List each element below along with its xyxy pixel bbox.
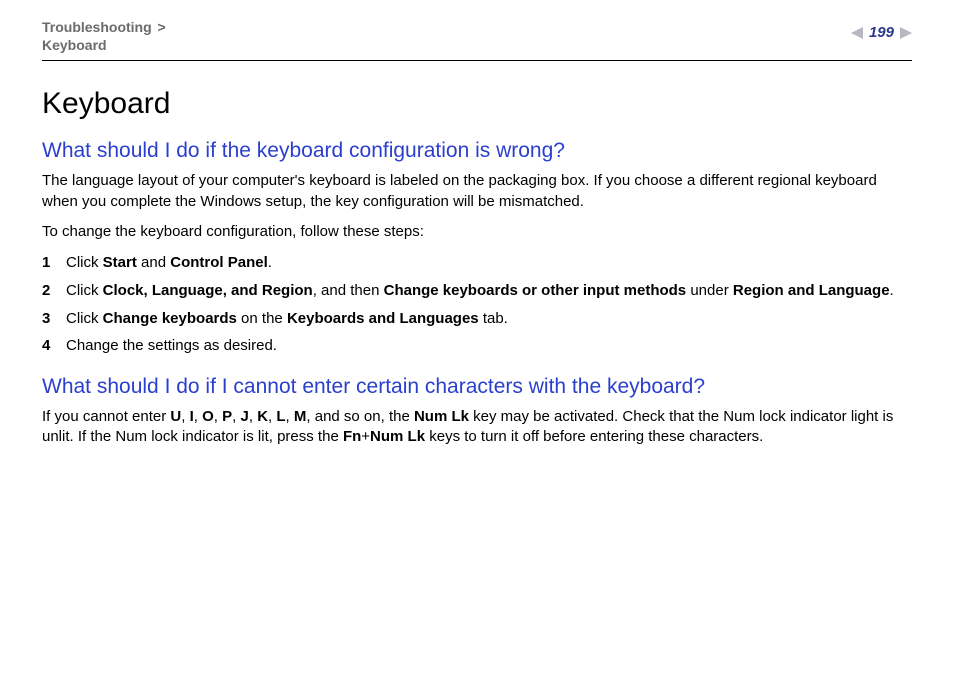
prev-page-icon[interactable] xyxy=(851,27,863,39)
step-item: 2 Click Clock, Language, and Region, and… xyxy=(42,280,912,302)
step-text: Click Start and Control Panel. xyxy=(66,252,912,274)
steps-list: 1 Click Start and Control Panel. 2 Click… xyxy=(42,252,912,357)
step-text: Click Clock, Language, and Region, and t… xyxy=(66,280,912,302)
step-text: Click Change keyboards on the Keyboards … xyxy=(66,308,912,330)
step-number: 1 xyxy=(42,252,66,274)
breadcrumb-separator: > xyxy=(158,19,166,35)
step-number: 3 xyxy=(42,308,66,330)
paragraph: The language layout of your computer's k… xyxy=(42,171,912,212)
page-navigation: 199 xyxy=(851,18,912,41)
step-item: 4 Change the settings as desired. xyxy=(42,335,912,357)
section-heading-chars: What should I do if I cannot enter certa… xyxy=(42,375,912,399)
breadcrumb-parent[interactable]: Troubleshooting xyxy=(42,19,152,35)
page-title: Keyboard xyxy=(42,87,912,121)
breadcrumb-current[interactable]: Keyboard xyxy=(42,37,107,53)
paragraph: If you cannot enter U, I, O, P, J, K, L,… xyxy=(42,407,912,448)
next-page-icon[interactable] xyxy=(900,27,912,39)
section-heading-config: What should I do if the keyboard configu… xyxy=(42,139,912,163)
step-text: Change the settings as desired. xyxy=(66,335,912,357)
step-number: 4 xyxy=(42,335,66,357)
step-item: 1 Click Start and Control Panel. xyxy=(42,252,912,274)
step-item: 3 Click Change keyboards on the Keyboard… xyxy=(42,308,912,330)
step-number: 2 xyxy=(42,280,66,302)
paragraph: To change the keyboard configuration, fo… xyxy=(42,222,912,242)
header: Troubleshooting > Keyboard 199 xyxy=(42,18,912,61)
breadcrumb: Troubleshooting > Keyboard xyxy=(42,18,170,54)
page-number: 199 xyxy=(869,24,894,41)
